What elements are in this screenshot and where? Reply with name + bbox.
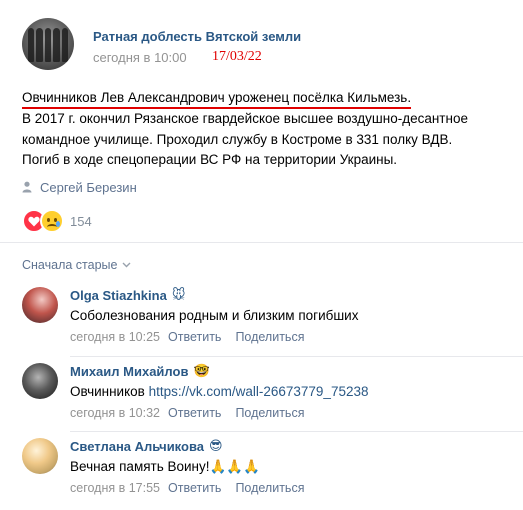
nerd-emoji-icon: 🤓 bbox=[193, 363, 210, 378]
share-button[interactable]: Поделиться bbox=[235, 481, 304, 495]
comment-meta: сегодня в 10:25 Ответить Поделиться bbox=[70, 330, 304, 344]
comment-divider bbox=[70, 356, 523, 357]
post-text-line: Овчинников Лев Александрович уроженец по… bbox=[22, 89, 412, 109]
reactions-bar[interactable]: 154 bbox=[22, 209, 92, 233]
community-name[interactable]: Ратная доблесть Вятской земли bbox=[93, 29, 301, 44]
comment-meta: сегодня в 17:55 Ответить Поделиться bbox=[70, 481, 304, 495]
share-button[interactable]: Поделиться bbox=[235, 330, 304, 344]
comment-time[interactable]: сегодня в 17:55 bbox=[70, 481, 160, 495]
post-date[interactable]: сегодня в 10:00 bbox=[93, 50, 187, 65]
sunglasses-emoji-icon: 😎 bbox=[209, 438, 223, 453]
reactions-count: 154 bbox=[70, 213, 92, 229]
comment-author[interactable]: Светлана Альчикова 😎 bbox=[70, 438, 223, 454]
comment: Михаил Михайлов 🤓 Овчинников https://vk.… bbox=[22, 363, 517, 425]
post-text-line: командное училище. Проходил службу в Кос… bbox=[22, 131, 453, 147]
reply-button[interactable]: Ответить bbox=[168, 406, 221, 420]
post-header: Ратная доблесть Вятской земли сегодня в … bbox=[22, 18, 502, 70]
share-button[interactable]: Поделиться bbox=[235, 406, 304, 420]
comment: Olga Stiazhkina 🐭 Соболезнования родным … bbox=[22, 287, 517, 349]
handwritten-date-annotation: 17/03/22 bbox=[212, 49, 262, 64]
comment-meta: сегодня в 10:32 Ответить Поделиться bbox=[70, 406, 304, 420]
sad-tear-icon bbox=[40, 209, 64, 233]
comment: Светлана Альчикова 😎 Вечная память Воину… bbox=[22, 438, 517, 500]
community-avatar[interactable] bbox=[22, 18, 74, 70]
signer-name[interactable]: Сергей Березин bbox=[40, 180, 137, 195]
post-signer[interactable]: Сергей Березин bbox=[22, 178, 137, 196]
reply-button[interactable]: Ответить bbox=[168, 481, 221, 495]
comment-link[interactable]: https://vk.com/wall-26673779_75238 bbox=[149, 384, 369, 399]
comment-time[interactable]: сегодня в 10:32 bbox=[70, 406, 160, 420]
avatar[interactable] bbox=[22, 363, 58, 399]
comments-sort-toggle[interactable]: Сначала старые bbox=[22, 258, 131, 272]
comment-author[interactable]: Olga Stiazhkina 🐭 bbox=[70, 287, 185, 303]
post-text: Овчинников Лев Александрович уроженец по… bbox=[22, 88, 502, 171]
post-text-line: Погиб в ходе спецоперации ВС РФ на терри… bbox=[22, 152, 398, 167]
comment-text: Овчинников https://vk.com/wall-26673779_… bbox=[70, 384, 369, 399]
comment-divider bbox=[70, 431, 523, 432]
sort-label[interactable]: Сначала старые bbox=[22, 258, 117, 272]
comment-text: Соболезнования родным и близким погибших bbox=[70, 308, 359, 323]
post-divider bbox=[0, 242, 523, 243]
post-text-line: В 2017 г. окончил Рязанское гвардейское … bbox=[22, 111, 468, 126]
comment-author[interactable]: Михаил Михайлов 🤓 bbox=[70, 363, 210, 379]
avatar[interactable] bbox=[22, 438, 58, 474]
comment-time[interactable]: сегодня в 10:25 bbox=[70, 330, 160, 344]
mouse-emoji-icon: 🐭 bbox=[171, 287, 186, 302]
person-icon bbox=[22, 181, 32, 193]
avatar[interactable] bbox=[22, 287, 58, 323]
chevron-down-icon bbox=[122, 262, 131, 268]
comment-text: Вечная память Воину!🙏🙏🙏 bbox=[70, 459, 260, 474]
reply-button[interactable]: Ответить bbox=[168, 330, 221, 344]
